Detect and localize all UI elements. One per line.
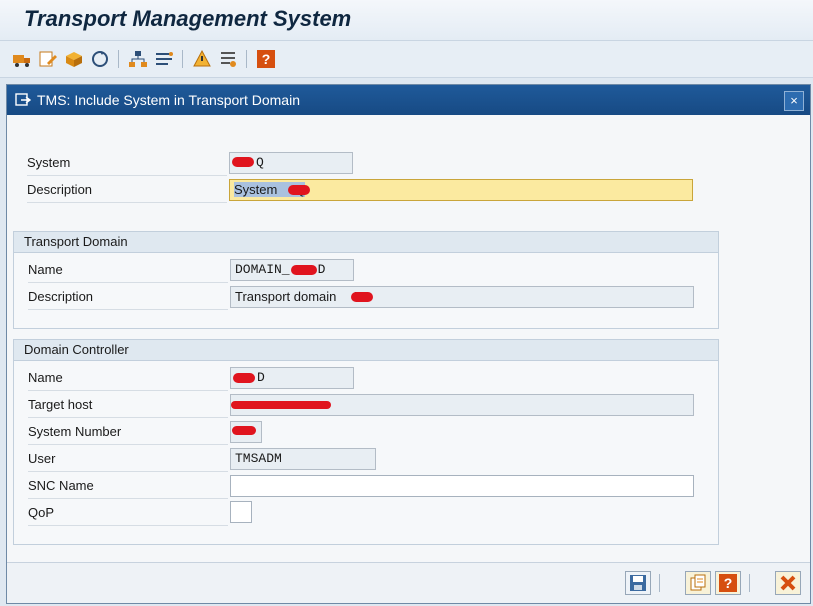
hierarchy-icon[interactable]: [128, 49, 148, 69]
transport-routes-icon[interactable]: [154, 49, 174, 69]
dialog-title: TMS: Include System in Transport Domain: [37, 92, 300, 108]
toolbar-separator: [118, 50, 119, 68]
snc-name-input[interactable]: [230, 475, 694, 497]
help-button[interactable]: ?: [715, 571, 741, 595]
package-icon[interactable]: [64, 49, 84, 69]
user-field: TMSADM: [230, 448, 376, 470]
help-icon: ?: [719, 574, 737, 592]
redaction-mark: [288, 185, 310, 195]
redaction-mark: [351, 292, 373, 302]
domain-controller-heading: Domain Controller: [14, 340, 718, 361]
copy-icon: [690, 574, 706, 591]
cancel-icon: [780, 575, 796, 591]
dialog-footer: ?: [7, 562, 810, 603]
toolbar-separator: [182, 50, 183, 68]
controller-name-label: Name: [28, 366, 228, 391]
dialog-window-icon: [15, 93, 31, 106]
system-number-field: [230, 421, 262, 443]
toolbar: ?: [0, 41, 813, 78]
edit-config-icon[interactable]: [38, 49, 58, 69]
redaction-mark: [232, 426, 256, 435]
alert-monitor-icon[interactable]: [192, 49, 212, 69]
user-label: User: [28, 447, 228, 472]
domain-description-label: Description: [28, 285, 228, 310]
system-description-input[interactable]: System Q: [229, 179, 693, 201]
transport-domain-section: Transport Domain Name DOMAIN_ D Descripti…: [13, 231, 719, 329]
snc-name-label: SNC Name: [28, 474, 228, 499]
redaction-mark: [291, 265, 317, 275]
close-icon[interactable]: ×: [784, 91, 804, 111]
system-field: Q: [229, 152, 353, 174]
target-host-field: [230, 394, 694, 416]
redaction-mark: [231, 401, 331, 409]
app-title: Transport Management System: [24, 6, 352, 31]
domain-name-field: DOMAIN_ D: [230, 259, 354, 281]
footer-separator: [749, 574, 750, 592]
system-number-label: System Number: [28, 420, 228, 445]
truck-icon[interactable]: [12, 49, 32, 69]
include-system-dialog: TMS: Include System in Transport Domain …: [6, 84, 811, 604]
refresh-icon[interactable]: [90, 49, 110, 69]
copy-button[interactable]: [685, 571, 711, 595]
qop-label: QoP: [28, 501, 228, 526]
transport-domain-heading: Transport Domain: [14, 232, 718, 253]
domain-controller-section: Domain Controller Name D Target host Sys…: [13, 339, 719, 545]
redaction-mark: [233, 373, 255, 383]
svg-text:?: ?: [262, 51, 271, 67]
qop-input[interactable]: [230, 501, 252, 523]
help-icon[interactable]: ?: [256, 49, 276, 69]
domain-description-field: Transport domain D: [230, 286, 694, 308]
target-host-label: Target host: [28, 393, 228, 418]
dialog-header: TMS: Include System in Transport Domain …: [7, 85, 810, 115]
cancel-button[interactable]: [775, 571, 801, 595]
controller-name-field: D: [230, 367, 354, 389]
save-icon: [630, 575, 646, 591]
redaction-mark: [232, 157, 254, 167]
toolbar-separator: [246, 50, 247, 68]
footer-separator: [659, 574, 660, 592]
system-label: System: [27, 151, 227, 176]
save-button[interactable]: [625, 571, 651, 595]
svg-text:?: ?: [724, 575, 733, 591]
domain-name-label: Name: [28, 258, 228, 283]
app-title-bar: Transport Management System: [0, 0, 813, 41]
description-label: Description: [27, 178, 227, 203]
settings-list-icon[interactable]: [218, 49, 238, 69]
